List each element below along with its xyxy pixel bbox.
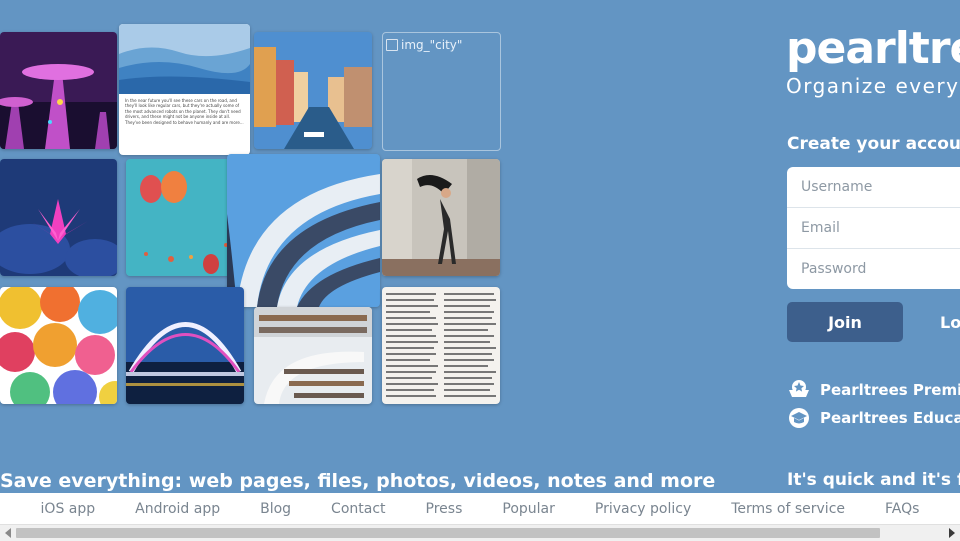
email-input[interactable] (787, 219, 960, 237)
horizontal-scrollbar[interactable] (0, 524, 960, 541)
signup-form (787, 167, 960, 289)
footer-link-terms-of-service[interactable]: Terms of service (731, 501, 845, 517)
username-field-wrap (787, 167, 960, 208)
footer-link-contact[interactable]: Contact (331, 501, 385, 517)
premium-star-icon (786, 377, 812, 403)
footer-link-press[interactable]: Press (426, 501, 463, 517)
venice-canal-image[interactable] (254, 32, 372, 149)
premium-label: Pearltrees Premium (820, 381, 960, 399)
broken-image-alt-text: img_"city" (401, 38, 463, 52)
article-pearl-image[interactable]: In the near future you'll see these cars… (119, 24, 250, 155)
footer-link-android-app[interactable]: Android app (135, 501, 220, 517)
scrollbar-thumb[interactable] (16, 528, 880, 538)
slogan: Organize everything (786, 74, 960, 98)
signup-panel: pearltrees Organize everything Create yo… (786, 0, 960, 500)
email-field-wrap (787, 208, 960, 249)
lotus-flower-image[interactable] (0, 159, 117, 276)
pearl-mosaic: In the near future you'll see these cars… (0, 0, 520, 420)
umbrellas-image[interactable] (0, 287, 117, 404)
join-button[interactable]: Join (787, 302, 903, 342)
scroll-right-arrow-icon[interactable] (949, 528, 955, 538)
footer-link-popular[interactable]: Popular (502, 501, 555, 517)
brand[interactable]: pearltrees Organize everything (786, 26, 960, 99)
city-image-broken[interactable]: img_"city" (382, 32, 501, 151)
username-input[interactable] (787, 178, 960, 196)
footer-link-blog[interactable]: Blog (260, 501, 291, 517)
footer: iOS app Android app Blog Contact Press P… (0, 493, 960, 524)
scroll-left-arrow-icon[interactable] (5, 528, 11, 538)
footer-link-faqs[interactable]: FAQs (885, 501, 919, 517)
supertree-grove-image[interactable] (0, 32, 117, 149)
broken-image-icon (386, 39, 398, 51)
graduation-cap-icon (786, 405, 812, 431)
education-label: Pearltrees Education (820, 409, 960, 427)
education-link[interactable]: Pearltrees Education (786, 405, 960, 431)
newspaper-text-image[interactable] (382, 287, 500, 404)
password-input[interactable] (787, 260, 960, 278)
curved-architecture-image[interactable] (227, 154, 380, 307)
premium-link[interactable]: Pearltrees Premium (786, 377, 960, 403)
arch-bridge-image[interactable] (126, 287, 244, 404)
pearltrees-logo[interactable]: pearltrees (786, 26, 960, 72)
footer-link-ios-app[interactable]: iOS app (41, 501, 96, 517)
login-link[interactable]: Log in (940, 313, 960, 332)
library-image[interactable] (254, 307, 372, 404)
ballet-dancers-image[interactable] (382, 159, 500, 276)
create-account-heading: Create your account (787, 134, 960, 154)
password-field-wrap (787, 249, 960, 289)
quick-free-text: It's quick and it's free! (787, 470, 960, 490)
footer-link-privacy-policy[interactable]: Privacy policy (595, 501, 691, 517)
tagline: Save everything: web pages, files, photo… (0, 470, 716, 492)
